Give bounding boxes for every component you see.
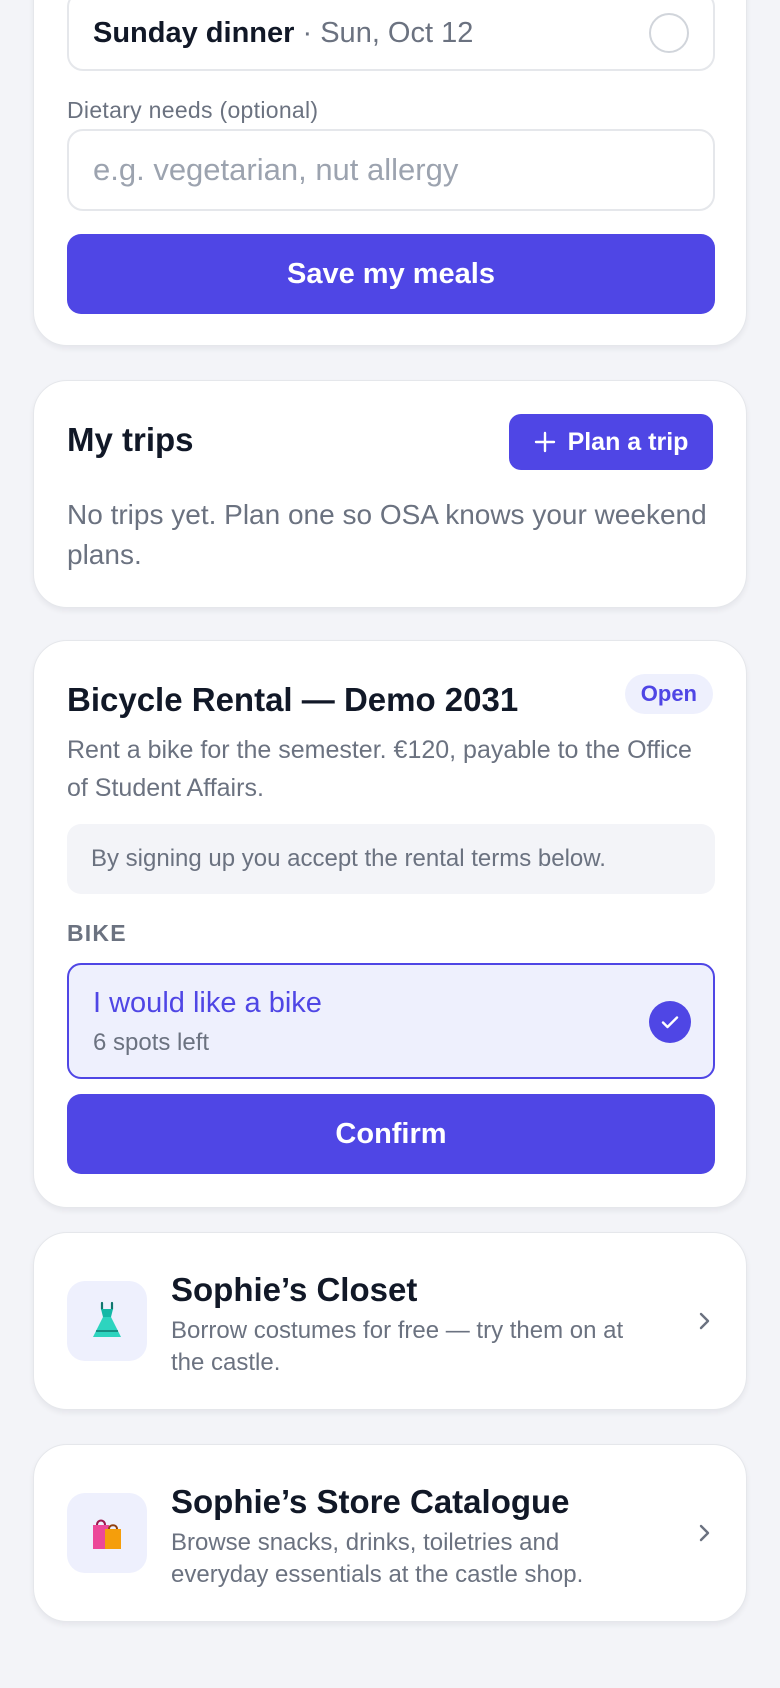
list-item-sophies-closet[interactable]: Sophie’s Closet Borrow costumes for free… — [33, 1232, 747, 1410]
list-item-description: Borrow costumes for free — try them on a… — [171, 1317, 624, 1376]
plan-trip-label: Plan a trip — [567, 427, 689, 456]
meal-option-sunday-dinner[interactable]: Sunday dinner · Sun, Oct 12 — [67, 0, 715, 71]
bike-option-title: I would like a bike — [93, 987, 322, 1019]
list-item-description: Browse snacks, drinks, toiletries and ev… — [171, 1529, 584, 1588]
save-meals-button[interactable]: Save my meals — [67, 234, 715, 314]
meal-option-label: Sunday dinner · Sun, Oct 12 — [93, 17, 473, 50]
bicycle-rental-title: Bicycle Rental — Demo 2031 — [67, 681, 519, 718]
chevron-right-icon — [699, 1312, 710, 1330]
plus-icon — [534, 431, 555, 453]
checkmark-icon — [649, 1001, 691, 1043]
bike-option[interactable]: I would like a bike 6 spots left — [67, 963, 715, 1079]
trips-card: My trips Plan a trip No trips yet. Plan … — [33, 380, 747, 608]
trips-title: My trips — [67, 421, 194, 458]
chevron-right-icon — [699, 1524, 710, 1542]
bike-section-label: BIKE — [67, 920, 127, 946]
list-item-title: Sophie’s Store Catalogue — [171, 1483, 570, 1520]
status-badge: Open — [624, 674, 713, 714]
confirm-button[interactable]: Confirm — [67, 1094, 715, 1174]
meals-card: Sunday dinner · Sun, Oct 12 Dietary need… — [33, 0, 747, 346]
meal-name: Sunday dinner — [93, 17, 295, 49]
terms-note: By signing up you accept the rental term… — [67, 824, 715, 894]
dietary-needs-label: Dietary needs (optional) — [67, 97, 319, 123]
list-item-title: Sophie’s Closet — [171, 1271, 418, 1308]
list-item-store-catalogue[interactable]: Sophie’s Store Catalogue Browse snacks, … — [33, 1444, 747, 1622]
shopping-bags-icon — [67, 1493, 147, 1573]
plan-trip-button[interactable]: Plan a trip — [509, 414, 713, 470]
meal-radio-button[interactable] — [649, 13, 689, 53]
dress-icon — [67, 1281, 147, 1361]
bicycle-rental-description: Rent a bike for the semester. €120, paya… — [67, 736, 692, 802]
dietary-needs-input[interactable] — [67, 129, 715, 211]
bike-option-spots: 6 spots left — [93, 1029, 210, 1056]
meal-separator: · — [302, 17, 313, 49]
trips-empty-text: No trips yet. Plan one so OSA knows your… — [67, 499, 707, 570]
bicycle-rental-card: Bicycle Rental — Demo 2031 Open Rent a b… — [33, 640, 747, 1208]
meal-date: Sun, Oct 12 — [320, 17, 474, 49]
